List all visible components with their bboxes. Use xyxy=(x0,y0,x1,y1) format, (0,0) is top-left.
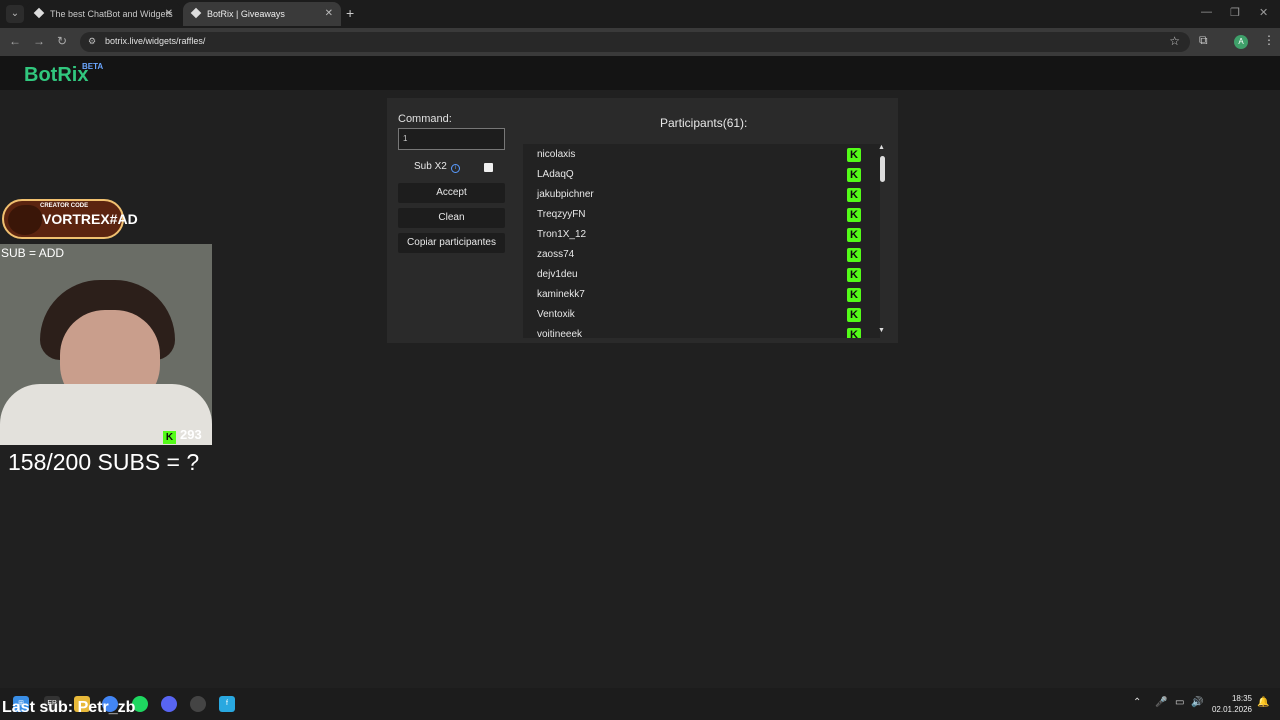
kick-icon: K xyxy=(847,328,861,338)
tab-chatbot[interactable]: The best ChatBot and Widgets ✕ xyxy=(26,2,181,26)
favicon-icon xyxy=(190,7,202,19)
new-tab-button[interactable]: + xyxy=(346,5,354,21)
minimize-icon[interactable]: — xyxy=(1201,6,1212,18)
sub-x2-checkbox[interactable] xyxy=(484,163,493,172)
participant-name: TreqzyyFN xyxy=(537,209,586,220)
kick-icon: K xyxy=(847,148,861,162)
kick-icon: K xyxy=(847,268,861,282)
list-item: Ventoxik K xyxy=(523,305,863,325)
browser-toolbar: ← → ↻ ⚙ botrix.live/widgets/raffles/ ☆ xyxy=(0,28,1280,56)
kick-icon: K xyxy=(847,248,861,262)
extensions-icon[interactable]: ⧉ xyxy=(1199,33,1208,48)
list-item: nicolaxis K xyxy=(523,145,863,165)
clock-time: 18:35 xyxy=(1231,694,1252,703)
list-item: voitineeek K xyxy=(523,325,863,338)
tab-search-button[interactable]: ⌄ xyxy=(6,5,24,23)
scroll-down-arrow-icon[interactable]: ▼ xyxy=(878,327,885,334)
participant-name: dejv1deu xyxy=(537,269,578,280)
participant-name: kaminekk7 xyxy=(537,289,585,300)
app-f-icon[interactable]: f xyxy=(219,696,235,712)
participants-list[interactable]: nicolaxis K LAdaqQ K jakubpichner K Treqzyy… xyxy=(523,144,880,338)
clock[interactable]: 18:35 02.01.2026 xyxy=(1210,693,1252,715)
clock-date: 02.01.2026 xyxy=(1211,705,1252,714)
microphone-icon[interactable]: 🎤 xyxy=(1155,697,1167,708)
back-icon[interactable]: ← xyxy=(9,34,21,48)
mascot-icon xyxy=(8,205,42,235)
close-tab-icon[interactable]: ✕ xyxy=(325,2,333,26)
kick-icon: K xyxy=(847,288,861,302)
subs-goal: 158/200 SUBS = ? xyxy=(8,449,200,475)
participants-title: Participants(61): xyxy=(660,116,748,130)
raffle-panel: Command: 1 Sub X2 i Accept Clean Copiar p… xyxy=(387,98,898,343)
tab-giveaways[interactable]: BotRix | Giveaways ✕ xyxy=(183,2,341,26)
list-item: TreqzyyFN K xyxy=(523,205,863,225)
menu-icon[interactable]: ⋮ xyxy=(1263,33,1275,47)
creator-code-badge: CREATOR CODE VORTREX#AD xyxy=(2,199,138,239)
list-item: zaoss74 K xyxy=(523,245,863,265)
creator-code-label: CREATOR CODE xyxy=(40,203,89,209)
tab-strip: ⌄ The best ChatBot and Widgets ✕ BotRix … xyxy=(0,0,1280,28)
kick-icon: K xyxy=(847,228,861,242)
kick-icon: K xyxy=(163,431,176,444)
forward-icon[interactable]: → xyxy=(33,34,45,48)
participant-name: Tron1X_12 xyxy=(537,229,587,240)
list-item: kaminekk7 K xyxy=(523,285,863,305)
participant-name: Ventoxik xyxy=(537,309,575,320)
participant-name: jakubpichner xyxy=(537,189,594,200)
taskbar: ⊞ EP f xyxy=(0,688,1280,720)
site-info-icon[interactable]: ⚙ xyxy=(88,36,96,47)
last-sub-overlay: Last sub: Petr_zb xyxy=(2,699,136,716)
list-item: Tron1X_12 K xyxy=(523,225,863,245)
beta-badge: BETA xyxy=(82,62,104,71)
close-tab-icon[interactable]: ✕ xyxy=(165,2,173,26)
participant-name: LAdaqQ xyxy=(537,169,574,180)
obs-icon[interactable] xyxy=(190,696,206,712)
info-icon[interactable]: i xyxy=(450,164,460,173)
accept-button[interactable]: Accept xyxy=(398,183,505,203)
webcam-feed: SUB = ADD K 293 xyxy=(0,244,212,445)
favicon-icon xyxy=(33,7,45,19)
address-bar[interactable]: ⚙ botrix.live/widgets/raffles/ ☆ xyxy=(80,32,1190,52)
participant-name: zaoss74 xyxy=(537,249,575,260)
list-item: LAdaqQ K xyxy=(523,165,863,185)
kick-icon: K xyxy=(847,188,861,202)
command-label: Command: xyxy=(398,113,452,125)
site-header: BotRix BETA xyxy=(0,56,1280,90)
tab-title: The best ChatBot and Widgets xyxy=(50,9,173,19)
close-window-icon[interactable]: ✕ xyxy=(1259,6,1268,19)
profile-avatar[interactable]: A xyxy=(1234,35,1248,49)
url-text[interactable]: botrix.live/widgets/raffles/ xyxy=(105,36,205,46)
viewer-count: K 293 xyxy=(163,427,202,444)
kick-icon: K xyxy=(847,168,861,182)
restore-icon[interactable]: ❐ xyxy=(1230,6,1240,19)
scroll-up-arrow-icon[interactable]: ▲ xyxy=(878,144,885,151)
bookmark-star-icon[interactable]: ☆ xyxy=(1169,34,1180,48)
network-icon[interactable]: ▭ xyxy=(1175,697,1184,708)
participant-name: voitineeek xyxy=(537,329,583,338)
creator-code: VORTREX#AD xyxy=(42,211,138,227)
scrollbar-thumb[interactable] xyxy=(880,156,885,182)
botrix-logo[interactable]: BotRix xyxy=(24,64,88,87)
sub-add-text: SUB = ADD xyxy=(1,246,65,260)
notification-bell-icon[interactable]: 🔔 xyxy=(1257,697,1269,708)
clean-button[interactable]: Clean xyxy=(398,208,505,228)
list-item: jakubpichner K xyxy=(523,185,863,205)
sub-x2-text: Sub X2 xyxy=(414,161,447,172)
kick-icon: K xyxy=(847,208,861,222)
list-item: dejv1deu K xyxy=(523,265,863,285)
sub-x2-label: Sub X2 i xyxy=(414,161,460,173)
copy-participants-button[interactable]: Copiar participantes xyxy=(398,233,505,253)
reload-icon[interactable]: ↻ xyxy=(57,34,67,48)
volume-icon[interactable]: 🔊 xyxy=(1191,697,1203,708)
tab-title: BotRix | Giveaways xyxy=(207,9,285,19)
tray-chevron-icon[interactable]: ⌃ xyxy=(1133,697,1141,708)
kick-icon: K xyxy=(847,308,861,322)
participant-name: nicolaxis xyxy=(537,149,576,160)
viewer-count-value: 293 xyxy=(180,427,202,442)
discord-icon[interactable] xyxy=(161,696,177,712)
command-input[interactable]: 1 xyxy=(398,128,505,150)
